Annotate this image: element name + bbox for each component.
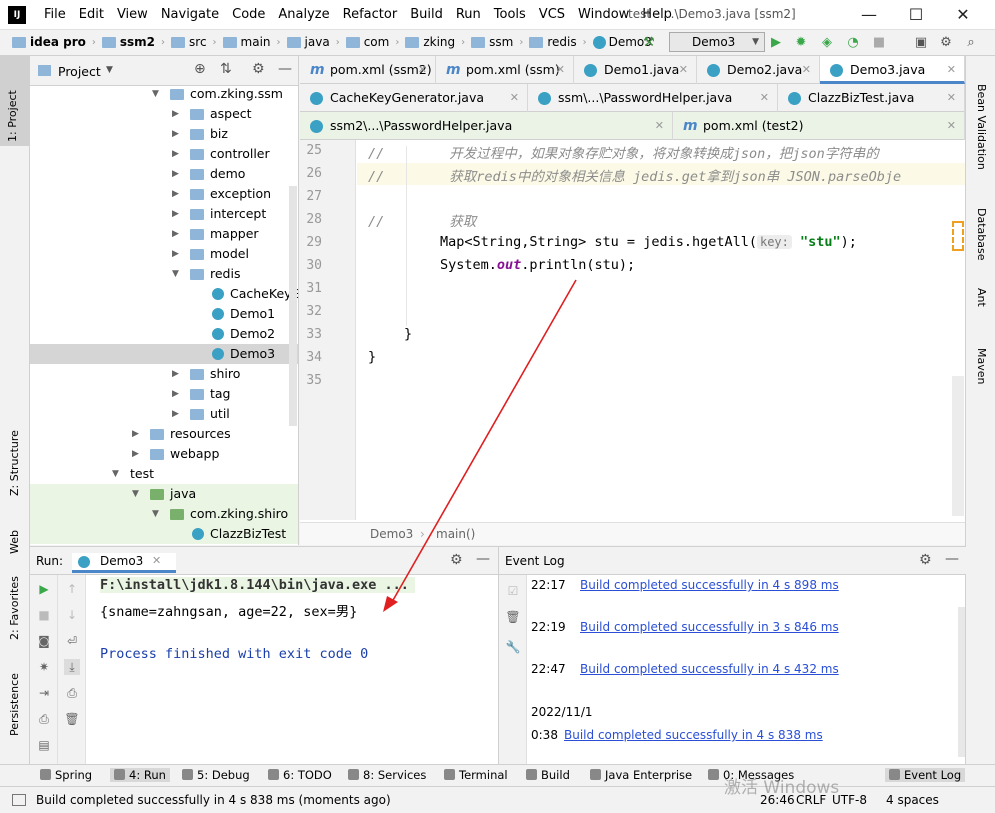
bottom-tool-9[interactable]: Event Log — [885, 768, 966, 782]
arrow-shaft — [391, 279, 577, 603]
tool-window-icon — [590, 769, 601, 780]
tool-window-icon — [708, 769, 719, 780]
tool-window-icon — [268, 769, 279, 780]
annotation-arrow — [383, 279, 577, 612]
bottom-tool-1[interactable]: 4: Run — [110, 768, 170, 782]
panel-toggle-icon[interactable] — [12, 794, 26, 806]
bottom-tool-2[interactable]: 5: Debug — [182, 768, 250, 782]
tool-window-icon — [114, 769, 125, 780]
bottom-tool-6[interactable]: Build — [526, 768, 570, 782]
tool-window-icon — [526, 769, 537, 780]
bottom-tool-label: 4: Run — [129, 768, 166, 782]
tool-window-icon — [444, 769, 455, 780]
tool-window-icon — [182, 769, 193, 780]
status-message: Build completed successfully in 4 s 838 … — [36, 793, 391, 807]
indent-setting[interactable]: 4 spaces — [886, 793, 939, 807]
bottom-tool-5[interactable]: Terminal — [444, 768, 508, 782]
tool-window-icon — [889, 769, 900, 780]
bottom-tool-label: Java Enterprise — [605, 768, 693, 782]
bottom-tool-bar: Spring 4: Run 5: Debug 6: TODO 8: Services Te… — [0, 764, 995, 786]
tool-window-icon — [348, 769, 359, 780]
status-bar: Build completed successfully in 4 s 838 … — [0, 778, 995, 813]
tool-window-icon — [40, 769, 51, 780]
bottom-tool-label: Terminal — [459, 768, 508, 782]
bottom-tool-7[interactable]: Java Enterprise — [590, 768, 692, 782]
arrow-head — [383, 596, 398, 612]
bottom-tool-label: 8: Services — [363, 768, 427, 782]
bottom-tool-0[interactable]: Spring — [40, 768, 92, 782]
bottom-tool-label: Spring — [55, 768, 93, 782]
bottom-tool-label: Build — [541, 768, 570, 782]
bottom-tool-label: Event Log — [904, 768, 962, 782]
bottom-tool-4[interactable]: 8: Services — [348, 768, 426, 782]
bottom-tool-label: 6: TODO — [283, 768, 332, 782]
bottom-tool-3[interactable]: 6: TODO — [268, 768, 332, 782]
bottom-tool-label: 5: Debug — [197, 768, 250, 782]
activation-watermark: 激活 Windows — [724, 778, 840, 798]
